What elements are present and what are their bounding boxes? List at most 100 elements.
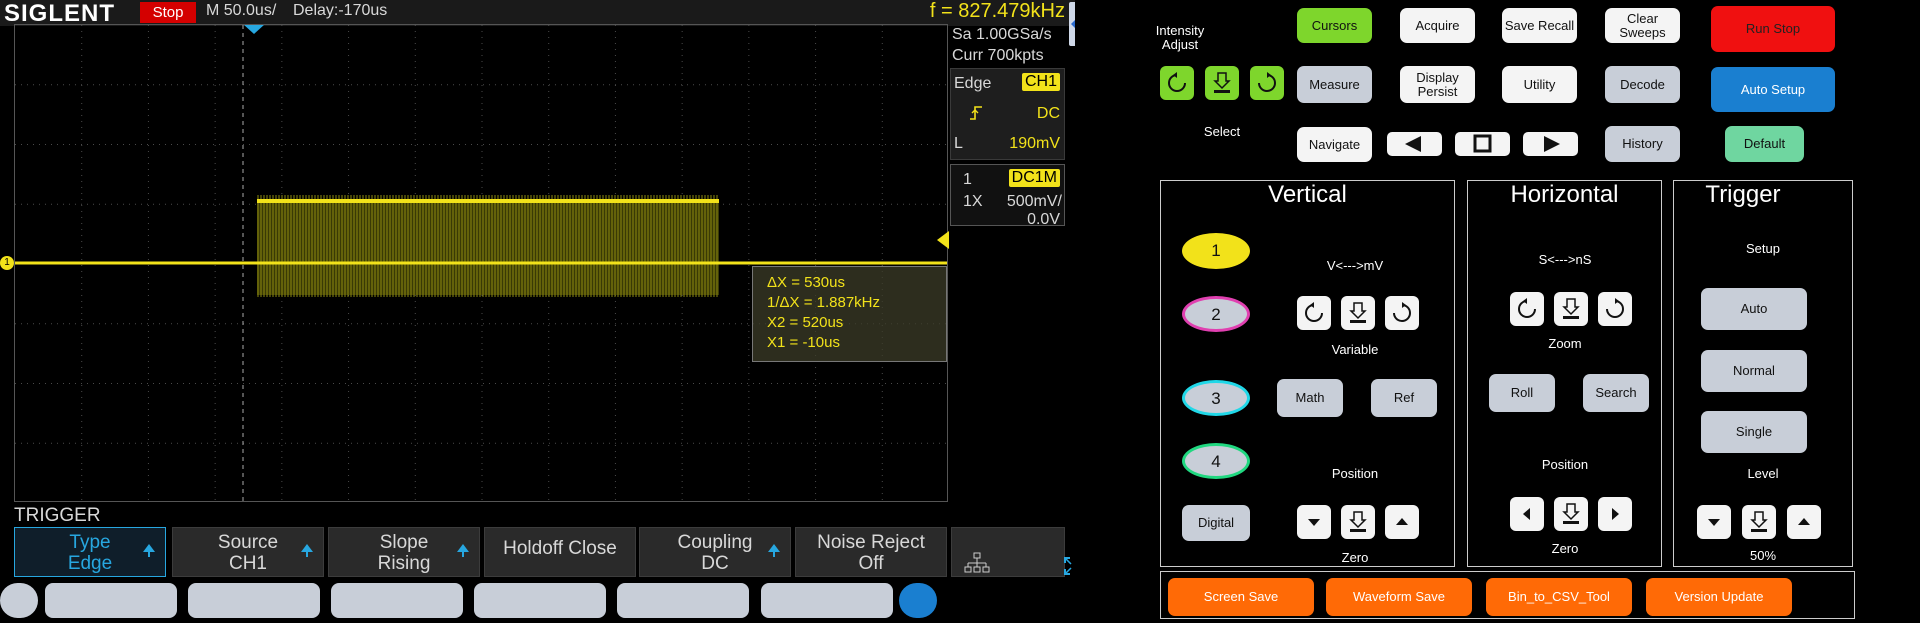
rotate-left-icon: [1168, 72, 1186, 92]
navigate-button[interactable]: Navigate: [1297, 127, 1372, 162]
softkey-label: Holdoff Close: [503, 538, 617, 559]
arrow-up-icon: [1396, 518, 1408, 525]
softkey-arrow-icon: [768, 544, 780, 557]
decode-button[interactable]: Decode: [1605, 66, 1680, 103]
default-button[interactable]: Default: [1725, 126, 1804, 162]
trigger-level-push[interactable]: [1742, 505, 1776, 539]
bottom-pill[interactable]: [45, 583, 177, 618]
burst-envelope: [257, 203, 719, 295]
channel-3-button[interactable]: 3: [1182, 380, 1250, 416]
bottom-pill[interactable]: [761, 583, 893, 618]
vertical-scale-cw[interactable]: [1385, 296, 1419, 330]
level-label: L: [954, 135, 963, 152]
save-recall-button[interactable]: Save Recall: [1502, 8, 1577, 43]
ref-button[interactable]: Ref: [1371, 379, 1437, 417]
version-update-button[interactable]: Version Update: [1646, 578, 1792, 616]
trigger-auto-button[interactable]: Auto: [1701, 288, 1807, 330]
nav-forward-button[interactable]: [1523, 132, 1578, 156]
acquire-button[interactable]: Acquire: [1400, 8, 1475, 43]
control-panel: Intensity Adjust Select Cursors Acquire …: [1075, 0, 1920, 623]
bottom-pill[interactable]: [331, 583, 463, 618]
vertical-position-label: Position: [1331, 466, 1379, 481]
bottom-pill[interactable]: [617, 583, 749, 618]
bin-to-csv-button[interactable]: Bin_to_CSV_Tool: [1486, 578, 1632, 616]
horizontal-zero-label: Zero: [1551, 541, 1579, 556]
delta-x-readout: ΔX = 530us: [767, 274, 845, 291]
horizontal-position-left[interactable]: [1510, 497, 1544, 531]
vertical-position-push[interactable]: [1341, 505, 1375, 539]
network-softkey[interactable]: [951, 527, 1065, 577]
softkey-type[interactable]: Type Edge: [14, 527, 166, 577]
horizontal-scale-label: S<--->nS: [1538, 252, 1592, 267]
softkey-slope[interactable]: Slope Rising: [328, 527, 480, 577]
clear-sweeps-button[interactable]: Clear Sweeps: [1605, 8, 1680, 43]
push-knob-icon: [1349, 302, 1367, 323]
vertical-position-down[interactable]: [1297, 505, 1331, 539]
auto-setup-button[interactable]: Auto Setup: [1711, 67, 1835, 112]
measure-button[interactable]: Measure: [1297, 66, 1372, 103]
arrow-down-icon: [1308, 519, 1320, 526]
softkey-holdoff[interactable]: Holdoff Close: [484, 527, 636, 577]
softkey-noise-reject[interactable]: Noise Reject Off: [795, 527, 947, 577]
vertical-scale-push[interactable]: [1341, 296, 1375, 330]
arrow-up-icon: [1798, 518, 1810, 525]
bottom-pill-left[interactable]: [0, 583, 38, 618]
nav-back-button[interactable]: [1387, 132, 1442, 156]
cursors-button[interactable]: Cursors: [1297, 8, 1372, 43]
horizontal-position-push[interactable]: [1554, 497, 1588, 531]
vertical-position-up[interactable]: [1385, 505, 1419, 539]
math-button[interactable]: Math: [1277, 379, 1343, 417]
channel-1-button[interactable]: 1: [1182, 233, 1250, 269]
intensity-push-button[interactable]: [1205, 66, 1239, 100]
channel-2-button[interactable]: 2: [1182, 296, 1250, 332]
acquisition-info-panel: Sa 1.00GSa/s Curr 700kpts Edge CH1 DC L …: [950, 24, 1065, 228]
nav-stop-button[interactable]: [1455, 132, 1510, 156]
screen-save-button[interactable]: Screen Save: [1168, 578, 1314, 616]
softkey-arrow-icon: [457, 544, 469, 557]
ch1-info-box[interactable]: 1 DC1M 1X 500mV/ 0.0V: [950, 164, 1065, 228]
push-knob-icon: [1213, 72, 1231, 93]
ch1-offset-marker[interactable]: 1: [0, 256, 14, 270]
push-knob-icon: [1750, 511, 1768, 532]
horizontal-scale-ccw[interactable]: [1510, 292, 1544, 326]
trigger-level-up[interactable]: [1787, 505, 1821, 539]
trigger-single-button[interactable]: Single: [1701, 411, 1807, 453]
rotate-left-icon: [1305, 302, 1323, 322]
display-persist-button[interactable]: Display Persist: [1400, 66, 1475, 103]
trigger-level-label: Level: [1747, 466, 1779, 481]
intensity-cw-button[interactable]: [1250, 66, 1284, 100]
variable-label: Variable: [1331, 342, 1379, 357]
vertical-scale-ccw[interactable]: [1297, 296, 1331, 330]
softkey-value: DC: [701, 553, 729, 574]
horizontal-scale-push[interactable]: [1554, 292, 1588, 326]
waveform-save-button[interactable]: Waveform Save: [1326, 578, 1472, 616]
trigger-normal-button[interactable]: Normal: [1701, 350, 1807, 392]
intensity-ccw-button[interactable]: [1160, 66, 1194, 100]
digital-button[interactable]: Digital: [1182, 505, 1250, 541]
softkey-value: CH1: [228, 553, 267, 574]
bottom-pill-blue[interactable]: [899, 583, 937, 618]
trigger-info-box[interactable]: Edge CH1 DC L 190mV: [950, 68, 1065, 160]
play-left-icon: [1405, 136, 1421, 152]
bottom-pill[interactable]: [188, 583, 320, 618]
channel-4-button[interactable]: 4: [1182, 443, 1250, 479]
push-knob-icon: [1562, 503, 1580, 524]
push-knob-icon: [1349, 511, 1367, 532]
softkey-coupling[interactable]: Coupling DC: [639, 527, 791, 577]
trigger-type-label: Edge: [954, 75, 992, 92]
horizontal-scale-cw[interactable]: [1598, 292, 1632, 326]
softkey-source[interactable]: Source CH1: [172, 527, 324, 577]
trigger-level-marker[interactable]: [937, 231, 949, 249]
rotate-right-icon: [1393, 302, 1411, 322]
memory-depth: Curr 700kpts: [952, 47, 1044, 64]
utility-button[interactable]: Utility: [1502, 66, 1577, 103]
history-button[interactable]: History: [1605, 126, 1680, 162]
run-stop-button[interactable]: Run Stop: [1711, 6, 1835, 52]
bottom-pill[interactable]: [474, 583, 606, 618]
roll-button[interactable]: Roll: [1489, 374, 1555, 412]
bottom-button-row: [0, 582, 1075, 620]
search-button[interactable]: Search: [1583, 374, 1649, 412]
trigger-level-down[interactable]: [1697, 505, 1731, 539]
waveform-grid[interactable]: [14, 24, 948, 502]
horizontal-position-right[interactable]: [1598, 497, 1632, 531]
